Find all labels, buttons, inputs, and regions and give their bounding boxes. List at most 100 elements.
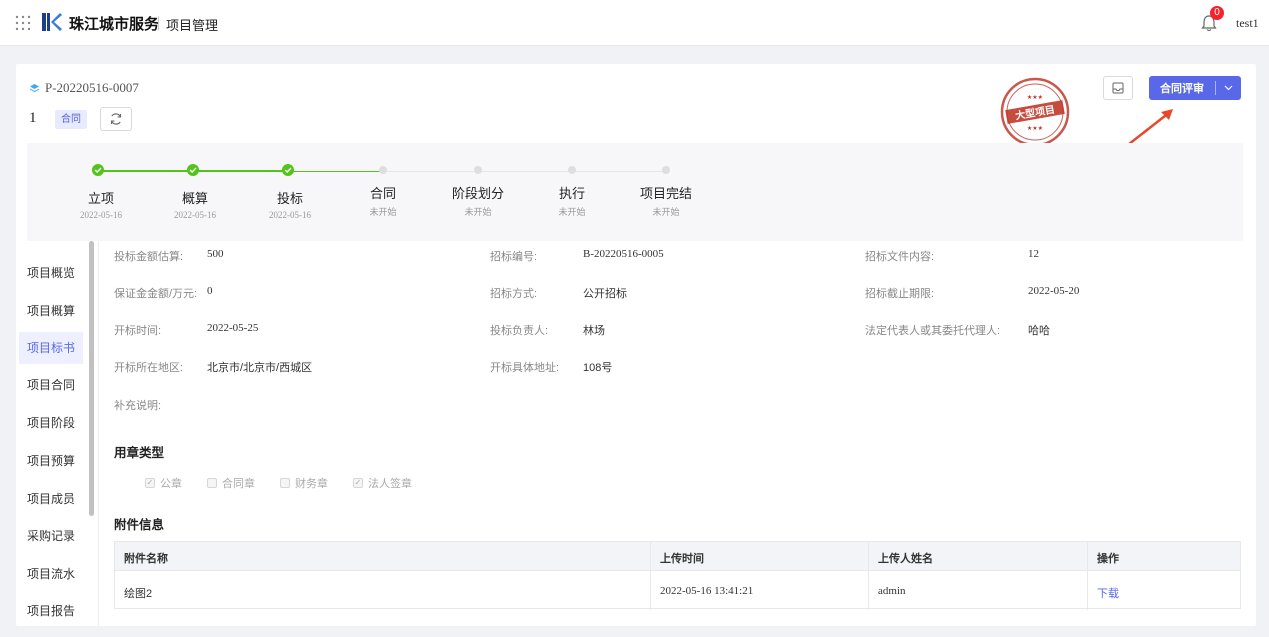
sidebar-item-overview[interactable]: 项目概览 [19, 257, 83, 289]
checkbox-icon [280, 478, 290, 488]
step-line [380, 171, 665, 172]
checkbox-label: 公章 [160, 478, 182, 490]
bid-owner-label: 投标负责人: [490, 325, 549, 337]
step-done-icon [282, 164, 294, 176]
tray-icon [1112, 82, 1124, 94]
bid-method-label: 招标方式: [490, 288, 538, 300]
step-line [98, 170, 192, 172]
upload-time: 2022-05-16 13:41:21 [660, 585, 754, 597]
legal-rep-value: 哈哈 [1028, 325, 1050, 337]
checkbox-icon [207, 478, 217, 488]
project-number: 1 [29, 110, 37, 126]
bid-method-value: 公开招标 [583, 288, 627, 300]
layers-icon [29, 83, 40, 92]
download-link[interactable]: 下载 [1097, 585, 1119, 601]
project-code-text: P-20220516-0007 [45, 80, 139, 95]
bid-no-label: 招标编号: [490, 251, 538, 263]
step-title: 投标 [276, 191, 303, 206]
step-status: 未开始 [464, 207, 492, 217]
deadline-value: 2022-05-20 [1028, 285, 1080, 297]
project-sidebar: 项目概览 项目概算 项目标书 项目合同 项目阶段 项目预算 项目成员 采购记录 … [16, 241, 96, 626]
step-line [286, 171, 380, 172]
address-label: 开标具体地址: [490, 362, 560, 374]
step-pending-icon [568, 166, 576, 174]
refresh-icon [110, 113, 122, 125]
brand-logo-icon [42, 13, 62, 31]
attachments-title: 附件信息 [114, 518, 165, 532]
step-date: 2022-05-16 [269, 210, 311, 220]
svg-text:★★★: ★★★ [1027, 125, 1043, 132]
column-header: 操作 [1097, 553, 1119, 565]
step-title: 立项 [87, 191, 114, 206]
column-divider [650, 542, 651, 610]
project-card: P-20220516-0007 1 合同 ★★★ 大型项目 ★★★ 合同评审 立… [16, 64, 1256, 626]
seal-checkbox-official[interactable]: ✓ 公章 [145, 475, 182, 491]
contract-review-label: 合同评审 [1160, 83, 1204, 95]
table-header: 附件名称 上传时间 上传人姓名 操作 [115, 542, 1240, 571]
step-line [192, 170, 286, 172]
contract-tag: 合同 [55, 110, 87, 129]
sidebar-item-report[interactable]: 项目报告 [19, 595, 83, 626]
step-title: 合同 [369, 186, 396, 201]
checkbox-label: 法人签章 [368, 478, 412, 490]
step-status: 未开始 [652, 207, 680, 217]
bid-doc-label: 招标文件内容: [865, 251, 935, 263]
note-label: 补充说明: [114, 400, 162, 412]
brand-divider [158, 16, 159, 30]
content-divider [98, 241, 99, 626]
sidebar-item-bidding[interactable]: 项目标书 [19, 332, 83, 364]
seal-checkbox-legal[interactable]: ✓ 法人签章 [353, 475, 412, 491]
region-value: 北京市/北京市/西城区 [207, 362, 313, 374]
column-divider [868, 542, 869, 610]
print-button[interactable] [1103, 76, 1133, 100]
sidebar-scrollbar[interactable] [89, 241, 94, 516]
refresh-button[interactable] [100, 107, 132, 131]
module-title: 项目管理 [166, 18, 219, 33]
contract-review-button[interactable]: 合同评审 [1149, 76, 1241, 100]
deposit-label: 保证金金额/万元: [114, 288, 198, 300]
step-done-icon [187, 164, 199, 176]
progress-steps: 立项 2022-05-16 概算 2022-05-16 投标 2022-05-1… [27, 143, 1243, 241]
step-status: 未开始 [369, 207, 397, 217]
sidebar-item-cashflow[interactable]: 项目流水 [19, 558, 83, 590]
step-title: 概算 [181, 191, 208, 206]
column-header: 上传时间 [660, 553, 704, 565]
step-status: 未开始 [558, 207, 586, 217]
chevron-down-icon[interactable] [1216, 85, 1241, 91]
sidebar-item-estimate[interactable]: 项目概算 [19, 295, 83, 327]
sidebar-item-budget[interactable]: 项目预算 [19, 445, 83, 477]
step-title: 项目完结 [639, 186, 692, 201]
legal-rep-label: 法定代表人或其委托代理人: [865, 325, 1001, 337]
step-title: 阶段划分 [451, 186, 504, 201]
large-project-stamp: ★★★ 大型项目 ★★★ [1000, 77, 1070, 147]
uploader-name: admin [878, 585, 906, 597]
step-pending-icon [662, 166, 670, 174]
step-date: 2022-05-16 [80, 210, 122, 220]
sidebar-item-phase[interactable]: 项目阶段 [19, 407, 83, 439]
bid-no-value: B-20220516-0005 [583, 248, 664, 260]
seal-checkbox-contract[interactable]: 合同章 [207, 475, 255, 491]
deadline-label: 招标截止期限: [865, 288, 935, 300]
bid-estimate-value: 500 [207, 248, 224, 260]
deposit-value: 0 [207, 285, 213, 297]
region-label: 开标所在地区: [114, 362, 184, 374]
attachment-name: 绘图2 [124, 588, 153, 600]
apps-grid-icon[interactable] [15, 15, 31, 31]
checkbox-label: 财务章 [295, 478, 328, 490]
address-value: 108号 [583, 362, 613, 374]
checkbox-checked-icon: ✓ [145, 478, 155, 488]
step-date: 2022-05-16 [174, 210, 216, 220]
step-pending-icon [379, 166, 387, 174]
sidebar-item-contract[interactable]: 项目合同 [19, 369, 83, 401]
checkbox-checked-icon: ✓ [353, 478, 363, 488]
project-code: P-20220516-0007 [29, 80, 139, 96]
bid-doc-value: 12 [1028, 248, 1039, 260]
column-divider [1087, 542, 1088, 610]
bid-owner-value: 林场 [583, 325, 605, 337]
sidebar-item-purchases[interactable]: 采购记录 [19, 520, 83, 552]
checkbox-label: 合同章 [222, 478, 255, 490]
seal-checkbox-finance[interactable]: 财务章 [280, 475, 328, 491]
attachments-table: 附件名称 上传时间 上传人姓名 操作 绘图2 2022-05-16 13:41:… [114, 541, 1241, 610]
sidebar-item-members[interactable]: 项目成员 [19, 483, 83, 515]
user-name[interactable]: test1 [1236, 16, 1259, 31]
